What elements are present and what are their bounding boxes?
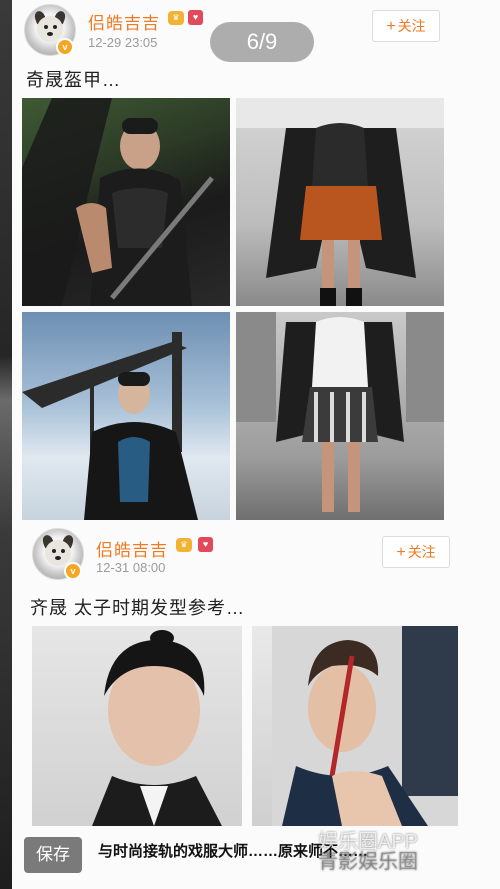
vip-crown-icon: ♛ bbox=[168, 11, 184, 25]
photo-content bbox=[236, 312, 444, 512]
username[interactable]: 侣皓吉吉 bbox=[96, 536, 168, 561]
member-badge-icon: ♥ bbox=[198, 537, 213, 552]
watermark-line1: 娱乐圈APP bbox=[318, 831, 419, 853]
post-photo[interactable] bbox=[252, 626, 458, 826]
member-badge-icon: ♥ bbox=[188, 10, 203, 25]
follow-label: 关注 bbox=[407, 544, 436, 560]
username[interactable]: 侣皓吉吉 bbox=[88, 9, 160, 34]
follow-button[interactable]: + 关注 bbox=[372, 10, 440, 42]
verified-badge-icon: v bbox=[64, 562, 82, 580]
photo-content bbox=[272, 626, 458, 826]
plus-icon: + bbox=[396, 544, 406, 561]
follow-button[interactable]: + 关注 bbox=[382, 536, 450, 568]
post-photo[interactable] bbox=[22, 98, 230, 306]
post-photo[interactable] bbox=[236, 98, 444, 306]
post-text: 齐晟 太子时期发型参考… bbox=[30, 598, 245, 618]
photo-content bbox=[92, 630, 222, 826]
plus-icon: + bbox=[386, 18, 396, 35]
post-photo[interactable] bbox=[22, 312, 230, 520]
post-text: 奇晟盔甲… bbox=[26, 70, 121, 90]
post-2: v 侣皓吉吉 ♛ ♥ 12-31 08:00 + 关注 齐晟 太子时期发型参考… bbox=[12, 528, 500, 828]
follow-label: 关注 bbox=[397, 18, 426, 34]
vip-crown-icon: ♛ bbox=[176, 538, 192, 552]
post-photo[interactable] bbox=[32, 626, 242, 826]
watermark: 娱乐圈APP 青影娱乐圈 bbox=[318, 832, 488, 874]
verified-badge-icon: v bbox=[56, 38, 74, 56]
post-time: 12-31 08:00 bbox=[96, 560, 166, 575]
watermark-line2: 青影娱乐圈 bbox=[318, 851, 418, 873]
page-indicator: 6/9 bbox=[210, 22, 314, 62]
photo-content bbox=[236, 98, 444, 306]
weibo-screenshot: v 侣皓吉吉 ♛ ♥ 12-29 23:05 + 关注 奇晟盔甲… v 侣皓吉吉… bbox=[12, 0, 500, 889]
photo-content bbox=[22, 332, 198, 520]
post-1: v 侣皓吉吉 ♛ ♥ 12-29 23:05 + 关注 奇晟盔甲… bbox=[12, 0, 500, 530]
save-button[interactable]: 保存 bbox=[24, 837, 82, 873]
photo-content bbox=[22, 98, 214, 306]
post-photo[interactable] bbox=[236, 312, 444, 520]
post-time: 12-29 23:05 bbox=[88, 35, 158, 50]
